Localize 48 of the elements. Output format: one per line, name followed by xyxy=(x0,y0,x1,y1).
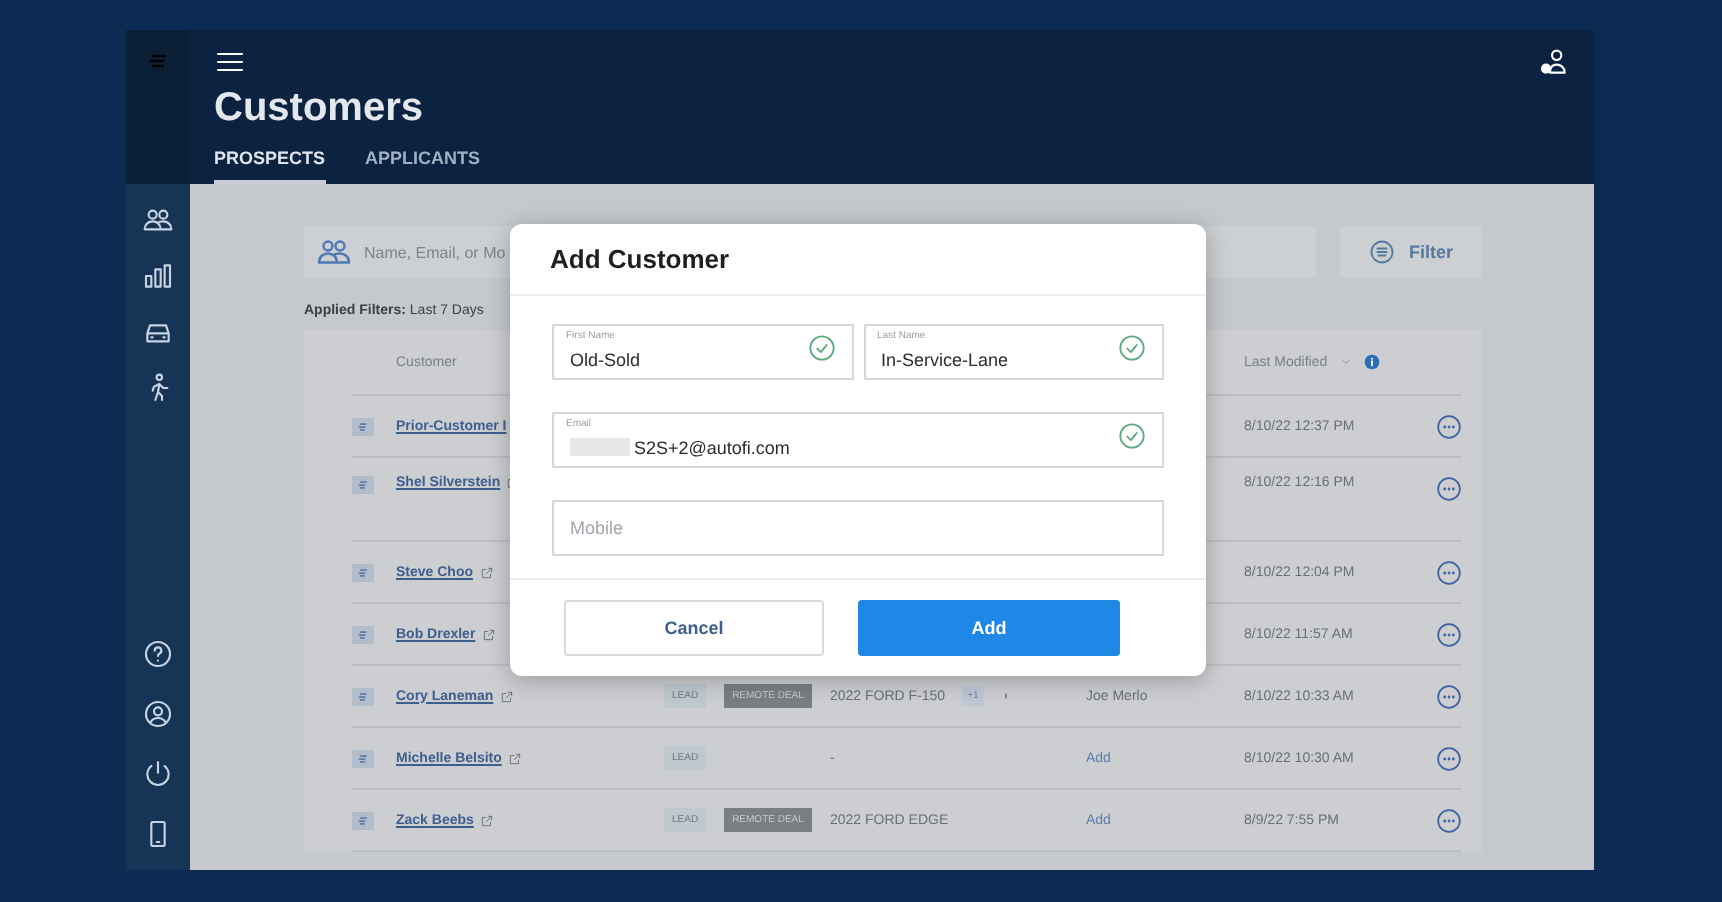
lines-icon xyxy=(356,565,370,579)
lines-icon xyxy=(356,813,370,827)
lines-icon xyxy=(356,627,370,641)
input-field[interactable]: Mobile xyxy=(552,500,1164,556)
people-icon xyxy=(316,234,352,270)
tab[interactable]: APPLICANTS xyxy=(365,140,481,184)
check-circle-icon xyxy=(1118,333,1146,361)
more-button[interactable] xyxy=(1436,683,1462,709)
filter-button[interactable]: Filter xyxy=(1340,226,1482,278)
more-button[interactable] xyxy=(1436,559,1462,585)
more-icon xyxy=(1436,745,1462,771)
help-icon xyxy=(142,638,174,670)
more-icon xyxy=(1436,683,1462,709)
add-user-button[interactable] xyxy=(1538,46,1570,78)
people-icon xyxy=(142,204,174,236)
chart-icon xyxy=(142,260,174,292)
more-button[interactable] xyxy=(1436,807,1462,833)
people-button[interactable] xyxy=(142,204,174,236)
help-button[interactable] xyxy=(142,638,174,670)
check-circle-icon xyxy=(1118,421,1146,449)
power-icon xyxy=(142,758,174,790)
filter-icon xyxy=(1368,238,1397,266)
more-icon xyxy=(1436,559,1462,585)
dialog-title: Add Customer xyxy=(510,224,1206,296)
info-icon xyxy=(1363,354,1380,370)
lines-icon xyxy=(356,419,370,433)
more-button[interactable] xyxy=(1436,413,1462,439)
lines-icon xyxy=(356,751,370,765)
chart-button[interactable] xyxy=(142,260,174,292)
more-button[interactable] xyxy=(1436,621,1462,647)
more-button[interactable] xyxy=(1436,745,1462,771)
caret-icon xyxy=(1339,356,1352,368)
check-circle-icon xyxy=(807,333,835,361)
more-icon xyxy=(1436,476,1462,502)
page-title: Customers xyxy=(214,86,425,132)
cancel-button[interactable]: Cancel xyxy=(564,600,824,656)
more-button[interactable] xyxy=(1436,476,1462,502)
more-icon xyxy=(1436,621,1462,647)
add-button[interactable]: Add xyxy=(858,600,1120,656)
lines-icon xyxy=(356,478,370,492)
power-button[interactable] xyxy=(142,758,174,790)
more-icon xyxy=(1436,807,1462,833)
account-button[interactable] xyxy=(142,698,174,730)
more-icon xyxy=(1436,413,1462,439)
dots-icon xyxy=(1000,690,1013,702)
lines-icon xyxy=(356,689,370,703)
account-icon xyxy=(142,698,174,730)
add-user-icon xyxy=(1538,46,1570,78)
